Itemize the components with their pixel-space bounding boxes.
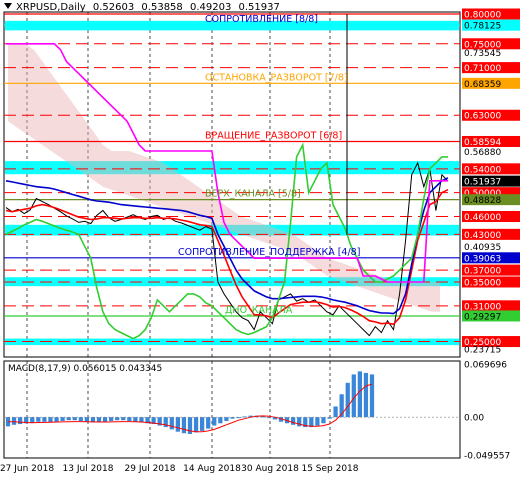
macd-histogram-bar xyxy=(109,417,114,421)
price-axis-label: 0.80000 xyxy=(464,11,501,21)
price-axis-label: 0.43000 xyxy=(464,231,501,241)
macd-histogram-bar xyxy=(212,417,217,426)
macd-title: MACD(8,17,9) 0.056015 0.043345 xyxy=(8,364,162,374)
macd-axis-label: 0.00 xyxy=(464,414,484,424)
level-annotation: ДНО_КАНАЛА xyxy=(225,305,293,316)
macd-histogram-bar xyxy=(66,417,71,421)
price-axis-label: 0.40935 xyxy=(464,243,501,253)
x-tick-label: 27 Jun 2018 xyxy=(0,464,54,474)
price-axis-label: 0.37000 xyxy=(464,267,501,277)
macd-histogram-bar xyxy=(291,417,296,425)
macd-histogram-bar xyxy=(200,417,205,431)
macd-histogram-bar xyxy=(224,417,229,421)
price-axis-label: 0.48828 xyxy=(464,196,501,206)
macd-histogram-bar xyxy=(121,417,126,421)
macd-histogram-bar xyxy=(72,417,77,421)
level-annotation: ВРАЩЕНИЕ_РАЗВОРОТ [6/8] xyxy=(205,130,342,141)
macd-histogram-bar xyxy=(30,417,35,423)
price-axis-label: 0.71000 xyxy=(464,64,501,74)
macd-histogram-bar xyxy=(42,417,47,422)
price-axis-label: 0.58594 xyxy=(464,138,501,148)
macd-histogram-bar xyxy=(218,417,223,424)
price-axis-label: 0.63000 xyxy=(464,112,501,122)
x-tick-label: 14 Aug 2018 xyxy=(183,464,241,474)
macd-histogram-bar xyxy=(181,417,187,434)
price-axis-label: 0.56880 xyxy=(464,148,501,158)
x-tick-label: 15 Sep 2018 xyxy=(301,464,358,474)
level-annotation: ОСТАНОВКА_РАЗВОРОТ [7/8] xyxy=(205,72,348,83)
x-tick-label: 13 Jul 2018 xyxy=(63,464,114,474)
macd-histogram-bar xyxy=(54,417,59,422)
price-axis-label: 0.68359 xyxy=(464,80,501,90)
price-axis-label: 0.35000 xyxy=(464,279,501,289)
macd-histogram-bar xyxy=(321,417,326,424)
macd-histogram-bar xyxy=(206,417,211,429)
x-tick-label: 30 Aug 2018 xyxy=(241,464,299,474)
macd-histogram-bar xyxy=(78,417,83,421)
macd-histogram-bar xyxy=(11,417,17,425)
price-axis-label: 0.46000 xyxy=(464,213,501,223)
macd-histogram-bar xyxy=(60,417,65,421)
macd-histogram-bar xyxy=(127,417,132,421)
macd-panel-frame xyxy=(3,360,461,459)
macd-histogram-bar xyxy=(297,417,302,427)
macd-histogram-bar xyxy=(369,374,375,418)
level-annotation: ВЕРХ_КАНАЛА [5/8] xyxy=(205,189,301,200)
price-axis-label: 0.23715 xyxy=(464,346,501,356)
macd-histogram-bar xyxy=(315,417,320,426)
macd-histogram-bar xyxy=(175,417,180,432)
level-annotation: СОПРОТИВЛЕНИЕ [8/8] xyxy=(205,14,318,25)
price-axis-label: 0.29297 xyxy=(464,312,501,322)
price-axis-label: 0.39063 xyxy=(464,254,501,264)
price-axis-label: 0.73545 xyxy=(464,49,501,59)
macd-histogram-bar xyxy=(18,417,23,425)
price-axis-label: 0.51937 xyxy=(464,178,501,188)
trading-chart[interactable]: 27 Jun 2018 13 Jul 2018 29 Jul 2018 14 Aug … xyxy=(0,0,522,480)
macd-axis-label: 0.069696 xyxy=(464,360,507,370)
level-annotation: СОПРОТИВЛЕНИЕ_ПОДДЕРЖКА [4/8] xyxy=(178,247,360,258)
macd-histogram-bar xyxy=(193,417,199,433)
macd-histogram-bar xyxy=(345,382,350,418)
macd-histogram-bar xyxy=(133,417,138,422)
macd-histogram-bar xyxy=(363,372,369,418)
macd-histogram-bar xyxy=(115,417,120,421)
macd-histogram-bar xyxy=(309,417,314,428)
x-tick-label: 29 Jul 2018 xyxy=(125,464,176,474)
macd-histogram-bar xyxy=(169,417,174,430)
macd-histogram-bar xyxy=(333,406,338,418)
price-axis-label: 0.78125 xyxy=(464,22,501,32)
macd-histogram-bar xyxy=(357,371,362,418)
macd-histogram-bar xyxy=(36,417,41,422)
price-axis-label: 0.54000 xyxy=(464,165,501,175)
macd-histogram-bar xyxy=(102,417,108,422)
macd-axis-label: -0.049557 xyxy=(464,451,510,461)
macd-histogram-bar xyxy=(84,417,89,422)
